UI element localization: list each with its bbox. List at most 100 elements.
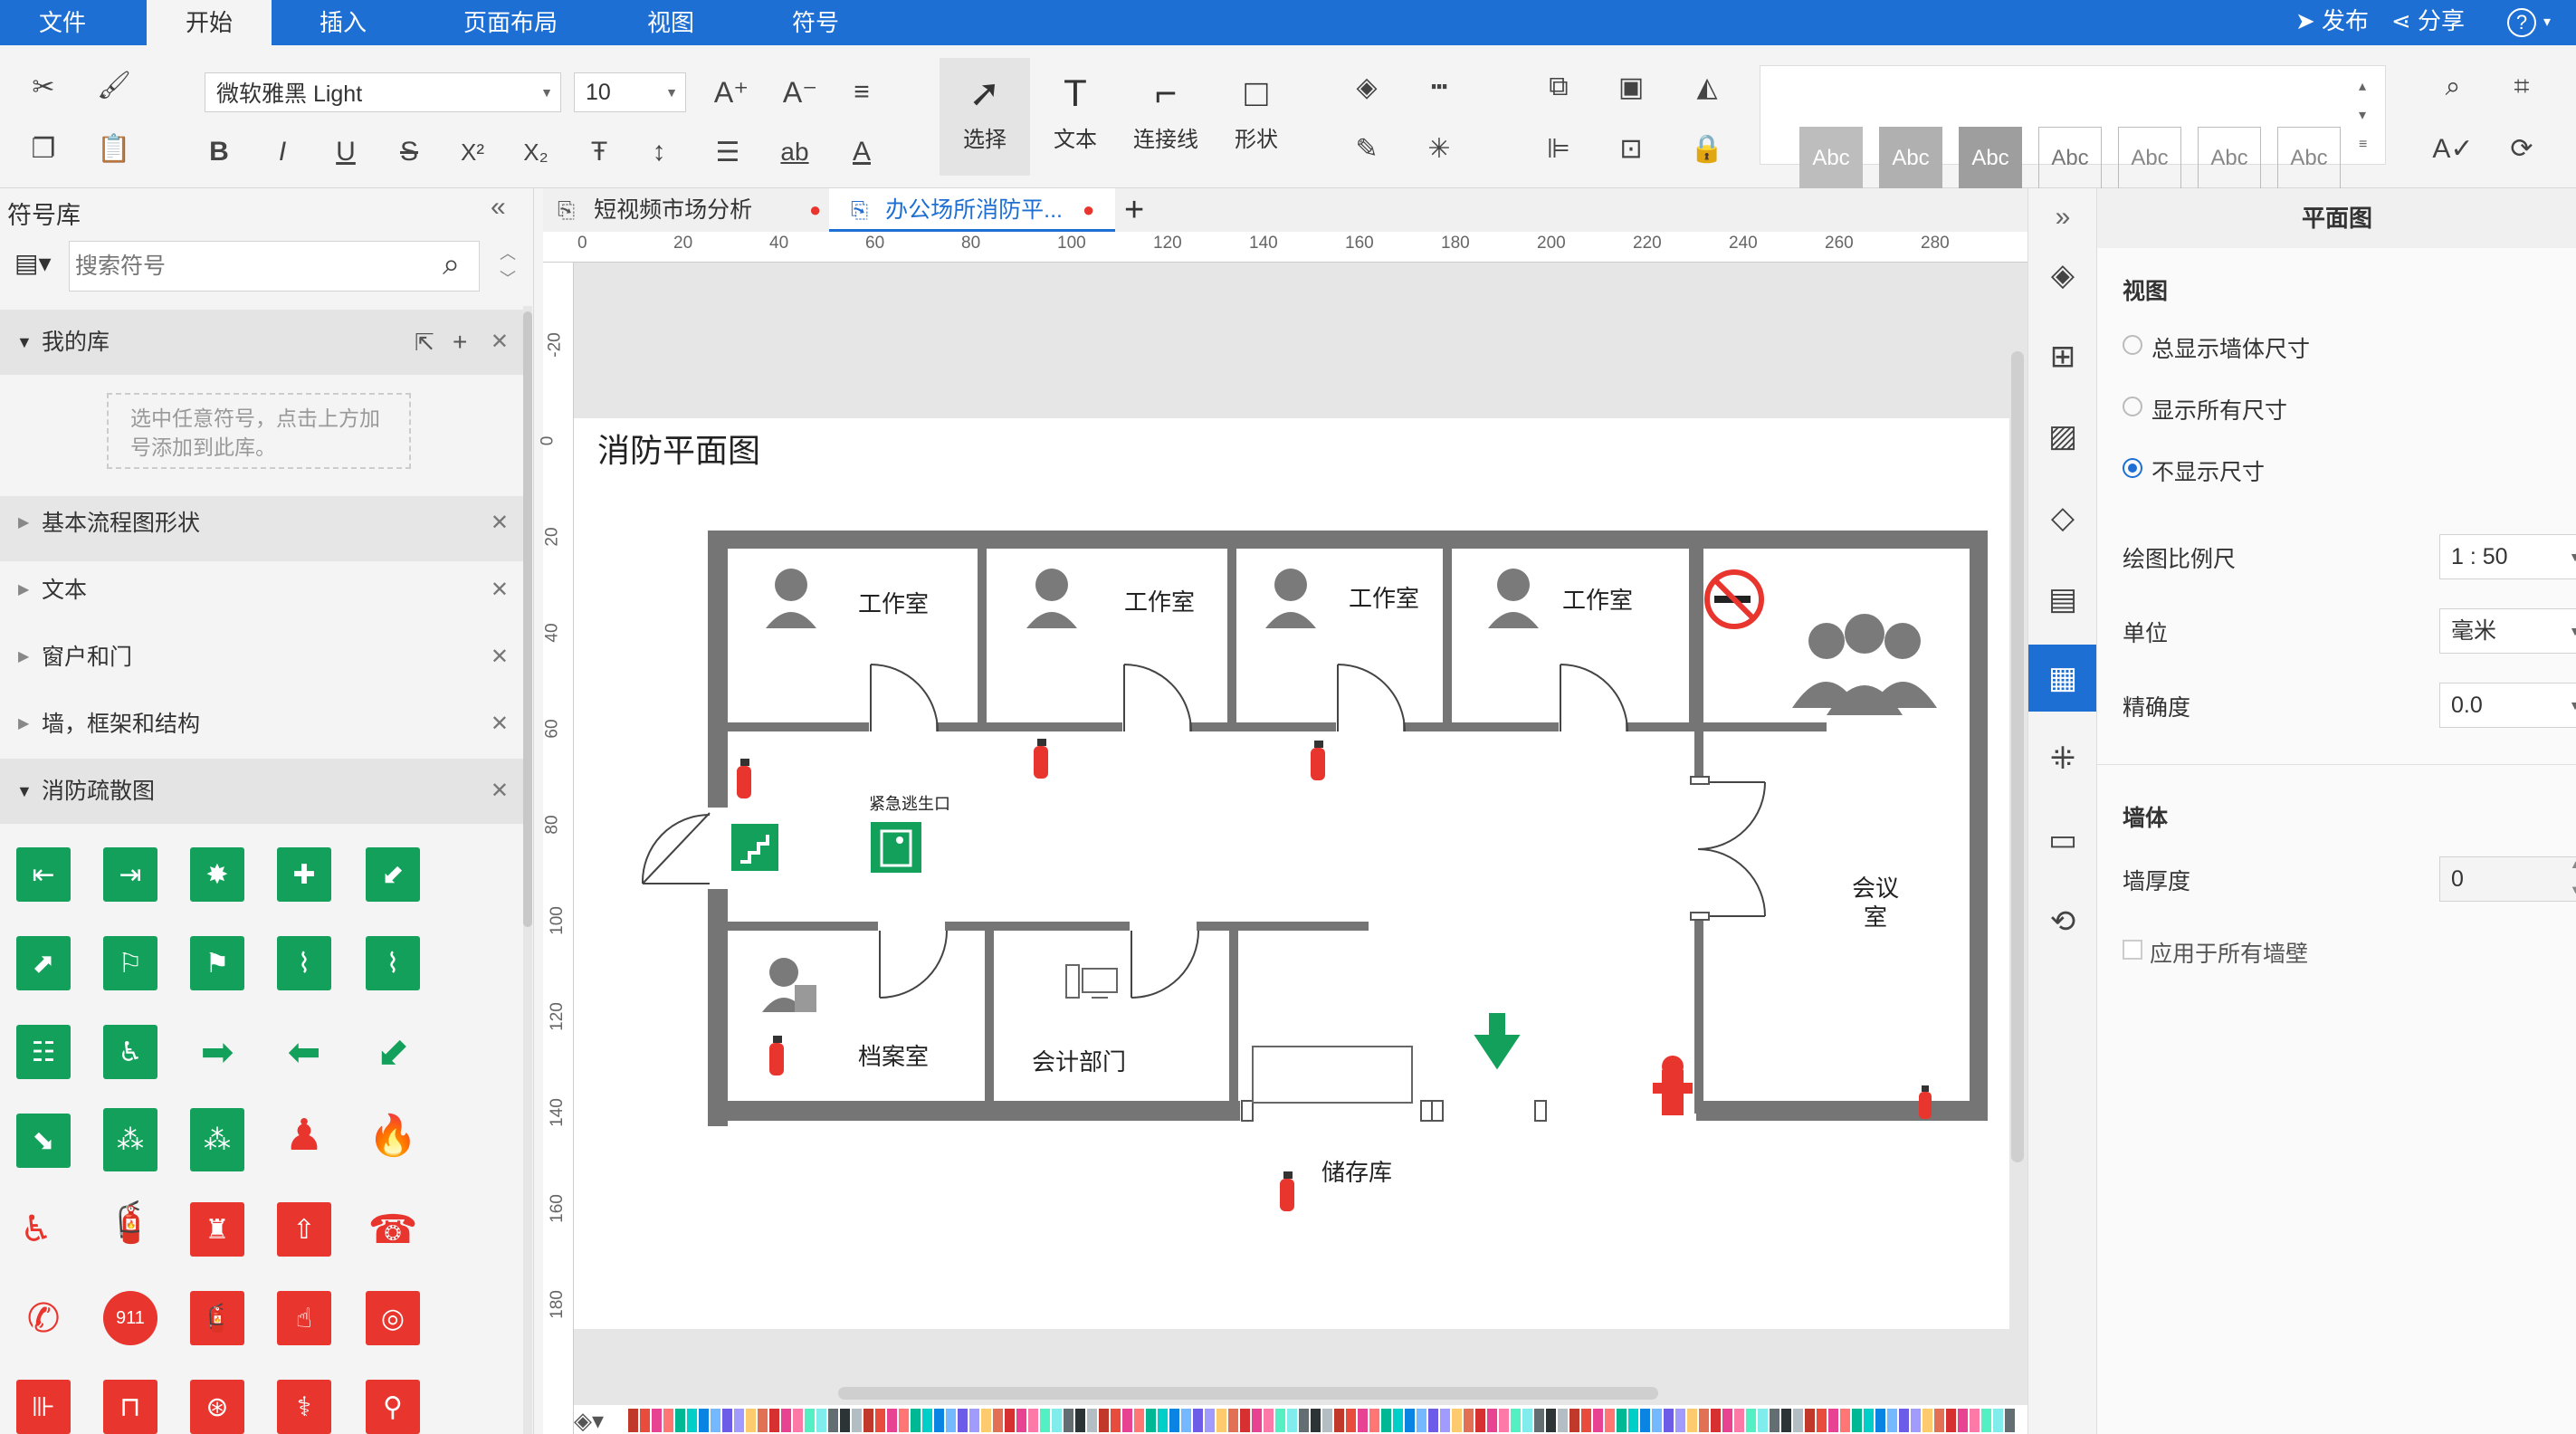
underline-icon[interactable]: U bbox=[326, 132, 366, 172]
arrow-down-left-icon[interactable]: ⬋ bbox=[366, 1025, 420, 1079]
line-spacing-icon[interactable]: ↕ bbox=[639, 132, 679, 172]
color-swatch[interactable] bbox=[1346, 1409, 1356, 1432]
find-replace-icon[interactable]: ⌕ bbox=[2433, 67, 2473, 107]
wall-bottom-right[interactable] bbox=[1696, 1101, 1988, 1121]
hose-reel-icon[interactable]: ⊪ bbox=[16, 1380, 71, 1434]
fill-bucket-icon[interactable]: ◈ bbox=[1347, 67, 1387, 107]
flip-icon[interactable]: ◭ bbox=[1687, 67, 1727, 107]
exit-door-icon[interactable]: ⚐ bbox=[103, 936, 157, 990]
color-swatch[interactable] bbox=[1675, 1409, 1685, 1432]
menu-insert[interactable]: 插入 bbox=[281, 0, 405, 45]
color-swatch[interactable] bbox=[687, 1409, 697, 1432]
color-swatch[interactable] bbox=[1793, 1409, 1803, 1432]
align-left-icon[interactable]: ⊫ bbox=[1539, 129, 1579, 168]
add-icon[interactable]: + bbox=[453, 310, 467, 375]
arrange-icon[interactable]: ⧉ bbox=[1539, 67, 1579, 107]
distribute-icon[interactable]: ⊡ bbox=[1611, 129, 1651, 168]
user-group-icon[interactable] bbox=[1792, 614, 1937, 715]
color-swatch[interactable] bbox=[1981, 1409, 1991, 1432]
section-text[interactable]: ▶ 文本 ✕ bbox=[0, 558, 523, 623]
color-swatch[interactable] bbox=[1970, 1409, 1980, 1432]
scale-select[interactable]: 1 : 50 ▼ bbox=[2439, 534, 2576, 579]
help-dropdown-icon[interactable]: ▾ bbox=[2543, 0, 2551, 45]
precision-select[interactable]: 0.0 ▼ bbox=[2439, 683, 2576, 728]
color-swatch[interactable] bbox=[1334, 1409, 1344, 1432]
color-swatch[interactable] bbox=[958, 1409, 968, 1432]
color-swatch[interactable] bbox=[1252, 1409, 1262, 1432]
color-swatch[interactable] bbox=[1605, 1409, 1615, 1432]
color-swatch[interactable] bbox=[969, 1409, 979, 1432]
user-icon[interactable] bbox=[1026, 569, 1077, 628]
color-swatch[interactable] bbox=[1946, 1409, 1956, 1432]
extinguisher-icon[interactable]: 🧯 bbox=[103, 1195, 157, 1249]
arrow-down-right-icon[interactable]: ⬊ bbox=[16, 1114, 71, 1168]
color-swatch[interactable] bbox=[899, 1409, 909, 1432]
menu-symbol[interactable]: 符号 bbox=[753, 0, 878, 45]
increase-font-icon[interactable]: A⁺ bbox=[711, 72, 751, 112]
close-icon[interactable]: ✕ bbox=[491, 491, 509, 556]
presentation-icon[interactable]: ▭ bbox=[2039, 817, 2086, 864]
spinner-icon[interactable]: ▲ ▼ bbox=[2570, 852, 2576, 903]
color-swatch[interactable] bbox=[1216, 1409, 1226, 1432]
line-style-icon[interactable]: ┅ bbox=[1419, 67, 1459, 107]
page-icon[interactable]: ▤ bbox=[2039, 576, 2086, 623]
new-tab-button[interactable]: + bbox=[1124, 188, 1160, 232]
wall-top[interactable] bbox=[708, 531, 1988, 549]
color-swatch[interactable] bbox=[1240, 1409, 1250, 1432]
close-icon[interactable]: ✕ bbox=[491, 558, 509, 623]
option-show-wall-dims[interactable]: 总显示墙体尺寸 bbox=[2123, 328, 2485, 364]
menu-home[interactable]: 开始 bbox=[147, 0, 272, 45]
color-swatch[interactable] bbox=[922, 1409, 932, 1432]
fill-palette-icon[interactable]: ◈▾ bbox=[574, 1407, 604, 1434]
color-swatch[interactable] bbox=[1452, 1409, 1462, 1432]
exit-left-icon[interactable]: ⇤ bbox=[16, 847, 71, 902]
color-swatch[interactable] bbox=[1487, 1409, 1497, 1432]
color-swatch[interactable] bbox=[1887, 1409, 1897, 1432]
library-scroll-thumb[interactable] bbox=[523, 311, 532, 927]
color-swatch[interactable] bbox=[1899, 1409, 1909, 1432]
grid-icon[interactable]: ⊞ bbox=[2039, 333, 2086, 380]
library-menu-icon[interactable]: ▤▾ bbox=[14, 248, 52, 278]
wall-studio-2-3[interactable] bbox=[1227, 549, 1236, 726]
color-swatch[interactable] bbox=[1593, 1409, 1603, 1432]
color-swatch[interactable] bbox=[1569, 1409, 1579, 1432]
color-swatch[interactable] bbox=[1099, 1409, 1109, 1432]
sprinkler-icon[interactable]: ⊛ bbox=[190, 1380, 244, 1434]
wall-archive-accounting[interactable] bbox=[985, 927, 994, 1104]
lock-icon[interactable]: 🔒 bbox=[1687, 129, 1727, 168]
color-swatch[interactable] bbox=[1534, 1409, 1544, 1432]
color-swatch[interactable] bbox=[993, 1409, 1003, 1432]
font-name-select[interactable]: 微软雅黑 Light ▼ bbox=[205, 72, 561, 112]
color-swatch[interactable] bbox=[1781, 1409, 1791, 1432]
group-icon[interactable]: ▣ bbox=[1611, 67, 1651, 107]
color-swatch[interactable] bbox=[1511, 1409, 1521, 1432]
fire-hose-icon[interactable]: ◎ bbox=[366, 1291, 420, 1345]
apply-all-walls-checkbox[interactable] bbox=[2123, 940, 2142, 960]
color-swatch[interactable] bbox=[746, 1409, 756, 1432]
color-swatch[interactable] bbox=[1393, 1409, 1403, 1432]
arrow-right-icon[interactable]: ➡ bbox=[190, 1025, 244, 1079]
emergency-burst-icon[interactable]: ✸ bbox=[190, 847, 244, 902]
exit-run-icon[interactable]: ⚑ bbox=[190, 936, 244, 990]
color-swatch[interactable] bbox=[863, 1409, 873, 1432]
color-swatch[interactable] bbox=[875, 1409, 885, 1432]
extinguisher-icon[interactable] bbox=[1311, 741, 1325, 780]
color-swatch[interactable] bbox=[769, 1409, 779, 1432]
wall-accounting-right[interactable] bbox=[1229, 927, 1238, 1104]
text-style-icon[interactable]: Ŧ bbox=[579, 132, 619, 172]
color-swatch[interactable] bbox=[840, 1409, 850, 1432]
menu-view[interactable]: 视图 bbox=[608, 0, 733, 45]
evacuation-arrow-down-icon[interactable] bbox=[1474, 1013, 1521, 1070]
wall-thickness-input[interactable]: 0 ▲ ▼ bbox=[2439, 856, 2576, 902]
fire-ladder-icon[interactable]: ⚕ bbox=[277, 1380, 331, 1434]
share-button[interactable]: ⋖ 分享 bbox=[2391, 0, 2465, 45]
color-swatch[interactable] bbox=[1205, 1409, 1215, 1432]
color-swatch[interactable] bbox=[1475, 1409, 1485, 1432]
hydrant-icon[interactable]: ♜ bbox=[190, 1202, 244, 1257]
color-swatch[interactable] bbox=[1040, 1409, 1050, 1432]
superscript-icon[interactable]: X² bbox=[453, 132, 492, 172]
style-sample-7[interactable]: Abc bbox=[2277, 127, 2341, 190]
color-swatch[interactable] bbox=[1028, 1409, 1038, 1432]
wall-left-upper[interactable] bbox=[708, 531, 728, 808]
arrow-left-icon[interactable]: ⬅ bbox=[277, 1025, 331, 1079]
